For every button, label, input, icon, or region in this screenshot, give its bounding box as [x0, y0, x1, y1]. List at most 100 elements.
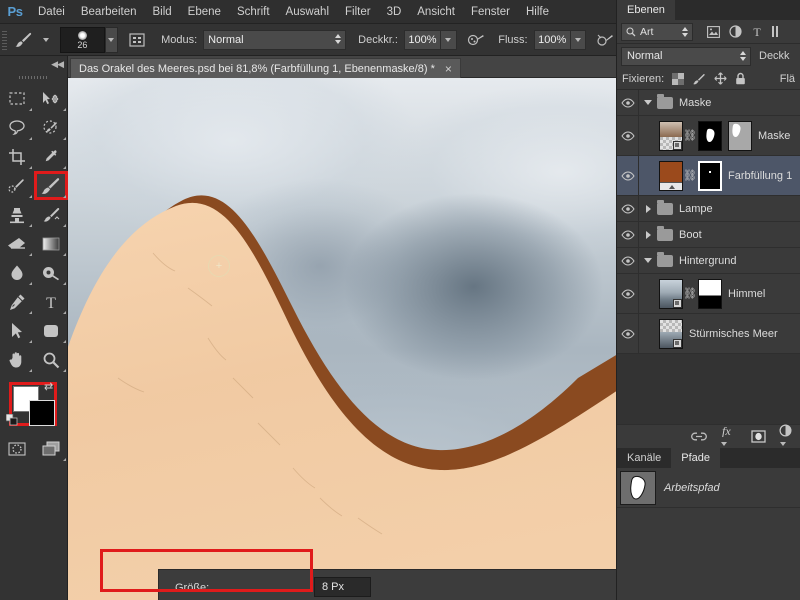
tab-pfade[interactable]: Pfade: [671, 448, 720, 468]
marquee-tool[interactable]: [0, 84, 34, 113]
menu-filter[interactable]: Filter: [337, 0, 379, 24]
layer-row-lampe[interactable]: Lampe: [617, 196, 800, 222]
layer-row-himmel[interactable]: ⛓ Himmel: [617, 274, 800, 314]
layer-blend-mode-select[interactable]: Normal: [621, 47, 751, 66]
lock-position-icon[interactable]: [714, 72, 727, 85]
layer-row-stuermisches-meer[interactable]: Stürmisches Meer: [617, 314, 800, 354]
crop-tool[interactable]: [0, 142, 34, 171]
clone-stamp-tool[interactable]: [0, 200, 34, 229]
screen-mode-icon[interactable]: [34, 434, 68, 463]
tools-collapse-header[interactable]: ◀◀: [0, 56, 67, 72]
image-filter-icon[interactable]: [707, 26, 720, 38]
history-brush-tool[interactable]: [34, 200, 68, 229]
menu-schrift[interactable]: Schrift: [229, 0, 278, 24]
brush-settings-popup[interactable]: Größe: 8 Px Härte: 88%: [158, 569, 616, 600]
lock-transparency-icon[interactable]: [672, 73, 684, 85]
quick-selection-tool[interactable]: [34, 113, 68, 142]
vector-mask-thumbnail[interactable]: [728, 121, 752, 151]
canvas-area[interactable]: + Größe: 8 Px Härte: 88%: [68, 78, 616, 600]
shape-tool[interactable]: [34, 316, 68, 345]
hand-tool[interactable]: [0, 345, 34, 374]
collapse-arrows-icon[interactable]: ◀◀: [51, 59, 63, 70]
type-filter-icon[interactable]: T: [751, 25, 763, 38]
adjustment-filter-icon[interactable]: [729, 25, 742, 38]
menu-datei[interactable]: Datei: [30, 0, 73, 24]
mask-link-icon[interactable]: ⛓: [683, 129, 696, 142]
lock-image-icon[interactable]: [692, 73, 706, 85]
layer-row-hintergrund-group[interactable]: Hintergrund: [617, 248, 800, 274]
document-tab[interactable]: Das Orakel des Meeres.psd bei 81,8% (Far…: [70, 58, 461, 78]
pen-tool[interactable]: [0, 287, 34, 316]
tab-ebenen[interactable]: Ebenen: [617, 0, 675, 20]
layer-row-farbfuellung-1[interactable]: ⛓ Farbfüllung 1: [617, 156, 800, 196]
layer-row-maske[interactable]: ⛓ Maske: [617, 116, 800, 156]
opacity-dropdown-icon[interactable]: [441, 30, 457, 50]
airbrush-toggle-icon[interactable]: [465, 32, 487, 48]
flow-dropdown-icon[interactable]: [571, 30, 587, 50]
visibility-eye-icon[interactable]: [617, 248, 639, 273]
tools-panel-grip[interactable]: [0, 72, 67, 84]
layer-thumbnail[interactable]: [659, 121, 683, 151]
layer-mask-thumbnail[interactable]: [698, 279, 722, 309]
layer-mask-thumbnail[interactable]: [698, 121, 722, 151]
smoothing-icon[interactable]: [594, 32, 616, 48]
blend-mode-select[interactable]: Normal: [203, 30, 346, 50]
menu-hilfe[interactable]: Hilfe: [518, 0, 557, 24]
visibility-eye-icon[interactable]: [617, 314, 639, 353]
close-icon[interactable]: ×: [445, 63, 452, 75]
options-bar-grip[interactable]: [1, 29, 9, 51]
type-tool[interactable]: T: [34, 287, 68, 316]
shape-filter-icon[interactable]: [772, 25, 778, 38]
quick-mask-mode-icon[interactable]: [0, 434, 34, 463]
brush-preset-caret-icon[interactable]: [38, 38, 54, 42]
visibility-eye-icon[interactable]: [617, 90, 639, 115]
menu-ebene[interactable]: Ebene: [180, 0, 229, 24]
lock-all-icon[interactable]: [735, 72, 746, 85]
flow-input[interactable]: 100%: [534, 30, 571, 50]
path-selection-tool[interactable]: [0, 316, 34, 345]
fill-layer-thumbnail[interactable]: [659, 161, 683, 191]
eyedropper-tool[interactable]: [34, 142, 68, 171]
tab-kanaele[interactable]: Kanäle: [617, 448, 671, 468]
move-tool[interactable]: [34, 84, 68, 113]
opacity-input[interactable]: 100%: [404, 30, 441, 50]
swap-colors-icon[interactable]: ⇄: [44, 380, 53, 393]
background-color-swatch[interactable]: [29, 400, 55, 426]
menu-bild[interactable]: Bild: [144, 0, 179, 24]
layer-row-boot[interactable]: Boot: [617, 222, 800, 248]
visibility-eye-icon[interactable]: [617, 274, 639, 313]
path-row-arbeitspfad[interactable]: Arbeitspfad: [617, 468, 800, 508]
group-collapse-triangle-icon[interactable]: [639, 205, 657, 213]
link-layers-icon[interactable]: [691, 431, 707, 442]
layer-style-fx-icon[interactable]: fx: [720, 424, 738, 449]
add-mask-icon[interactable]: [751, 430, 766, 443]
visibility-eye-icon[interactable]: [617, 156, 639, 195]
brush-tool[interactable]: [34, 171, 68, 200]
menu-ansicht[interactable]: Ansicht: [409, 0, 463, 24]
menu-bearbeiten[interactable]: Bearbeiten: [73, 0, 145, 24]
tablet-pressure-button[interactable]: [126, 28, 149, 52]
healing-brush-tool[interactable]: [0, 171, 34, 200]
visibility-eye-icon[interactable]: [617, 116, 639, 155]
gradient-tool[interactable]: [34, 229, 68, 258]
visibility-eye-icon[interactable]: [617, 196, 639, 221]
menu-3d[interactable]: 3D: [379, 0, 410, 24]
layer-row-maske-group[interactable]: Maske: [617, 90, 800, 116]
lasso-tool[interactable]: [0, 113, 34, 142]
brush-preset-picker[interactable]: 26: [60, 27, 105, 53]
adjustment-layer-icon[interactable]: [779, 424, 793, 449]
mask-link-icon[interactable]: ⛓: [683, 287, 696, 300]
menu-fenster[interactable]: Fenster: [463, 0, 518, 24]
artboard[interactable]: +: [68, 78, 616, 600]
layer-filter-type-select[interactable]: Art: [621, 23, 693, 41]
mask-link-icon[interactable]: ⛓: [683, 169, 696, 182]
path-thumbnail[interactable]: [620, 471, 656, 505]
default-colors-icon[interactable]: [6, 414, 18, 426]
group-collapse-triangle-icon[interactable]: [639, 231, 657, 239]
zoom-tool[interactable]: [34, 345, 68, 374]
dodge-tool[interactable]: [34, 258, 68, 287]
layer-thumbnail[interactable]: [659, 319, 683, 349]
brush-preset-dropdown-icon[interactable]: [105, 27, 118, 53]
brush-size-input[interactable]: 8 Px: [314, 577, 371, 597]
blur-tool[interactable]: [0, 258, 34, 287]
